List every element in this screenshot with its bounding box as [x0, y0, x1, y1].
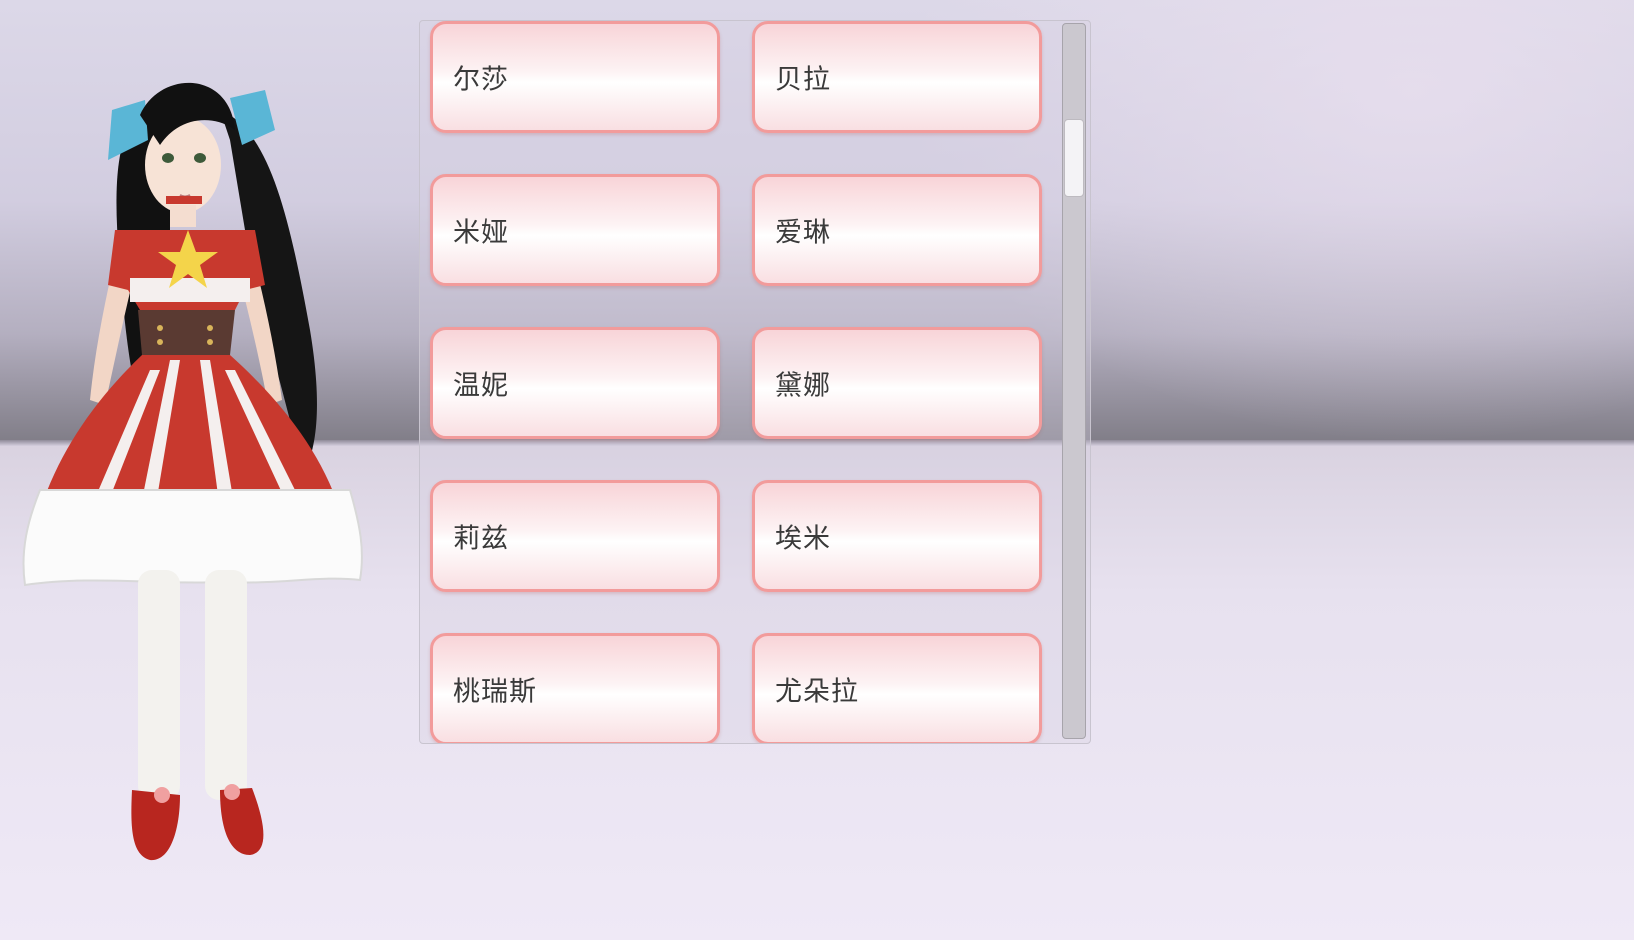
- name-label: 莉兹: [453, 523, 509, 555]
- name-row: 尔莎 贝拉: [430, 21, 1050, 166]
- name-button-ailin[interactable]: 爱琳: [752, 174, 1042, 286]
- name-selection-list[interactable]: 尔莎 贝拉 米娅 爱琳 温妮 黛娜 莉兹 埃米 桃瑞斯 尤朵拉: [419, 20, 1091, 744]
- name-grid: 尔莎 贝拉 米娅 爱琳 温妮 黛娜 莉兹 埃米 桃瑞斯 尤朵拉: [430, 21, 1050, 743]
- name-row: 莉兹 埃米: [430, 472, 1050, 625]
- list-scrollbar[interactable]: [1062, 23, 1086, 739]
- name-label: 桃瑞斯: [453, 676, 537, 708]
- name-button-lizi[interactable]: 莉兹: [430, 480, 720, 592]
- name-button-taoruisi[interactable]: 桃瑞斯: [430, 633, 720, 743]
- character-model-icon: [22, 82, 363, 861]
- name-button-beila[interactable]: 贝拉: [752, 21, 1042, 133]
- name-button-daina[interactable]: 黛娜: [752, 327, 1042, 439]
- name-button-youduola[interactable]: 尤朵拉: [752, 633, 1042, 743]
- name-row: 温妮 黛娜: [430, 319, 1050, 472]
- name-label: 爱琳: [775, 217, 831, 249]
- name-row: 桃瑞斯 尤朵拉: [430, 625, 1050, 743]
- name-button-wenni[interactable]: 温妮: [430, 327, 720, 439]
- name-label: 尤朵拉: [775, 676, 859, 708]
- game-scene: 尔莎 贝拉 米娅 爱琳 温妮 黛娜 莉兹 埃米 桃瑞斯 尤朵拉: [0, 0, 1634, 940]
- name-label: 贝拉: [775, 64, 831, 96]
- name-button-aimi[interactable]: 埃米: [752, 480, 1042, 592]
- name-label: 黛娜: [775, 370, 831, 402]
- name-label: 尔莎: [453, 64, 509, 96]
- character-model[interactable]: [20, 70, 380, 890]
- name-label: 温妮: [453, 370, 509, 402]
- name-row: 米娅 爱琳: [430, 166, 1050, 319]
- name-label: 埃米: [775, 523, 831, 555]
- name-label: 米娅: [453, 217, 509, 249]
- name-button-miya[interactable]: 米娅: [430, 174, 720, 286]
- name-button-ersha[interactable]: 尔莎: [430, 21, 720, 133]
- scrollbar-thumb[interactable]: [1064, 119, 1084, 197]
